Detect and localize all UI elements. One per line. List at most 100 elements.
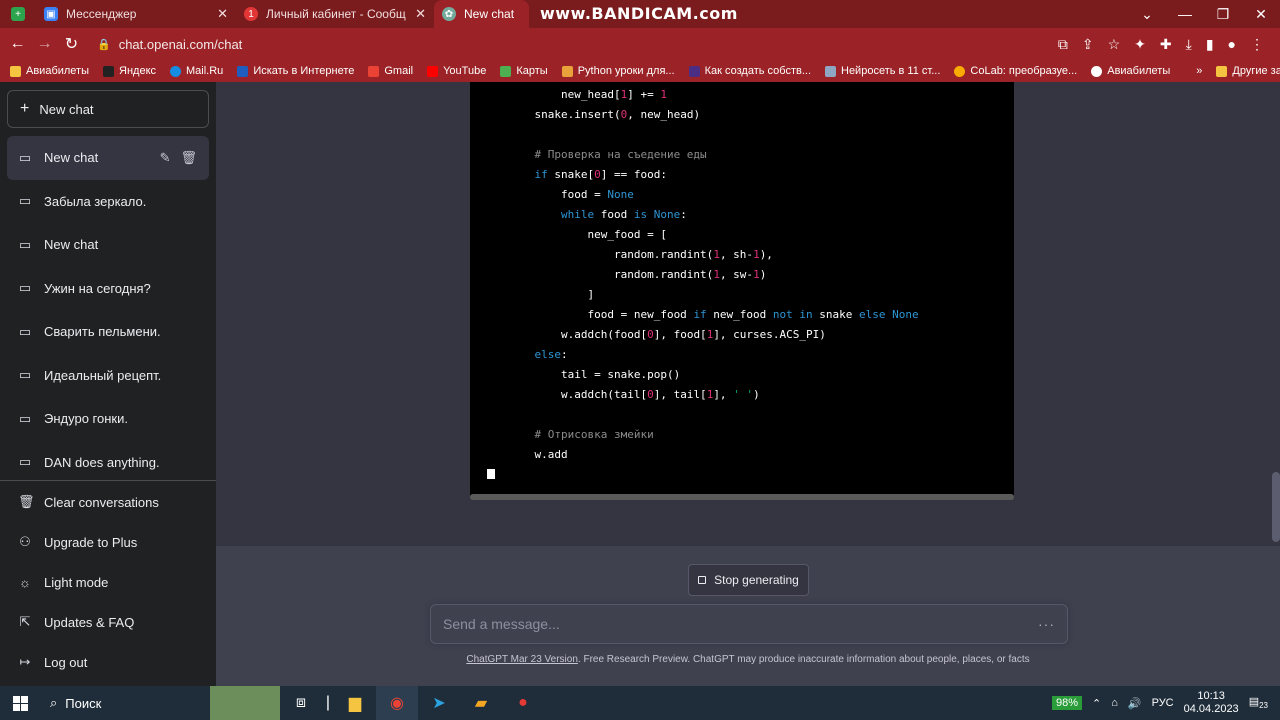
sidebar-chat-item[interactable]: ▭ Эндуро гонки. xyxy=(0,397,216,441)
tab-label: New chat xyxy=(464,7,515,21)
edit-icon[interactable]: ✎ xyxy=(160,150,171,166)
extension-icon[interactable]: ✦ xyxy=(1134,36,1146,53)
system-tray: 98% ⌃ ⌂ 🔊 РУС 10:13 04.04.2023 ▤23 xyxy=(1051,690,1280,716)
telegram-icon[interactable]: ➤ xyxy=(418,686,460,720)
bookmark-item[interactable]: Яндекс xyxy=(103,65,156,77)
sublime-icon[interactable]: ▰ xyxy=(460,686,502,720)
code-line: if snake[0] == food: xyxy=(534,168,667,181)
close-icon[interactable]: ✕ xyxy=(415,6,426,22)
code-line: tail = snake.pop() xyxy=(508,368,681,381)
widgets-image[interactable] xyxy=(210,686,280,720)
chrome-icon[interactable]: ◉ xyxy=(376,686,418,720)
battery-indicator[interactable]: 98% xyxy=(1051,696,1083,710)
sidebar-chat-item[interactable]: ▭ DAN does anything. xyxy=(0,441,216,485)
tab-new-chat[interactable]: ✿ New chat xyxy=(434,0,529,28)
chat-bubble-icon: ▭ xyxy=(18,193,32,209)
bookmark-item[interactable]: Mail.Ru xyxy=(170,65,223,77)
code-line: food = new_food if new_food not in snake… xyxy=(508,308,919,321)
task-view-icon[interactable]: ⧈ xyxy=(280,686,322,720)
logout-button[interactable]: ↦ Log out xyxy=(0,642,216,682)
bookmark-item[interactable]: Искать в Интернете xyxy=(237,65,354,77)
close-window-icon[interactable]: ✕ xyxy=(1242,6,1280,23)
address-bar: ← → ↻ 🔒 chat.openai.com/chat ⧉ ⇪ ☆ ✦ ✚ ⤓… xyxy=(0,28,1280,60)
bookmark-item[interactable]: Gmail xyxy=(368,65,413,77)
taskbar-divider: | xyxy=(325,694,331,711)
puzzle-icon[interactable]: ✚ xyxy=(1160,36,1172,53)
youtube-icon xyxy=(427,65,439,77)
sidepanel-icon[interactable]: ▮ xyxy=(1206,36,1214,53)
reload-icon[interactable]: ↻ xyxy=(58,34,85,54)
code-line: else: xyxy=(534,348,568,361)
close-icon[interactable]: ✕ xyxy=(217,6,228,22)
folder-icon xyxy=(1216,65,1228,77)
footer-disclaimer: ChatGPT Mar 23 Version. Free Research Pr… xyxy=(466,654,1030,665)
bookmark-item[interactable]: CoLab: преобразуе... xyxy=(954,65,1077,77)
upgrade-button[interactable]: ⚇ Upgrade to Plus xyxy=(0,522,216,562)
vertical-scrollbar[interactable] xyxy=(1272,472,1280,542)
clock[interactable]: 10:13 04.04.2023 xyxy=(1184,690,1239,716)
file-explorer-icon[interactable]: ▆ xyxy=(334,686,376,720)
star-icon[interactable]: ☆ xyxy=(1108,36,1121,53)
forward-icon[interactable]: → xyxy=(31,35,58,53)
download-icon[interactable]: ⤓ xyxy=(1186,36,1192,53)
tab-search-icon[interactable]: + xyxy=(0,0,36,28)
sidebar-chat-item[interactable]: ▭ Сварить пельмени. xyxy=(0,310,216,354)
bookmarks-more[interactable]: » xyxy=(1196,65,1202,77)
chat-bubble-icon: ▭ xyxy=(18,323,32,339)
colab-icon xyxy=(954,65,966,77)
version-link[interactable]: ChatGPT Mar 23 Version xyxy=(466,654,578,665)
network-icon[interactable]: ⌂ xyxy=(1111,697,1118,709)
other-bookmarks[interactable]: Другие закладки xyxy=(1216,65,1280,77)
minimize-icon[interactable]: — xyxy=(1166,6,1204,22)
start-button[interactable] xyxy=(0,695,40,711)
code-block: new_head[1] += 1 snake.insert(0, new_hea… xyxy=(470,82,1014,500)
maximize-icon[interactable]: ❐ xyxy=(1204,6,1242,23)
message-input[interactable]: Send a message... ··· xyxy=(430,604,1068,644)
code-line: snake.insert(0, new_head) xyxy=(508,108,701,121)
horizontal-scrollbar[interactable] xyxy=(470,494,1014,500)
sidebar-chat-item[interactable]: ▭ New chat xyxy=(0,223,216,267)
light-mode-button[interactable]: ☼ Light mode xyxy=(0,562,216,602)
chat-bubble-icon: ▭ xyxy=(18,454,32,470)
notification-icon[interactable]: ▤23 xyxy=(1249,695,1268,710)
bandicam-icon[interactable]: ● xyxy=(502,686,544,720)
tab-messenger[interactable]: ▣ Мессенджер ✕ xyxy=(36,0,236,28)
updates-faq-link[interactable]: ⇱ Updates & FAQ xyxy=(0,602,216,642)
stop-generating-button[interactable]: Stop generating xyxy=(688,564,809,596)
chevron-down-icon[interactable]: ⌄ xyxy=(1128,6,1166,23)
share-icon[interactable]: ⇪ xyxy=(1082,36,1094,53)
new-chat-button[interactable]: + New chat xyxy=(7,90,209,128)
search-icon xyxy=(237,65,249,77)
chat-bubble-icon: ▭ xyxy=(18,236,32,252)
sidebar-chat-item[interactable]: ▭ Идеальный рецепт. xyxy=(0,354,216,398)
bookmark-item[interactable]: Карты xyxy=(500,65,548,77)
bookmark-item[interactable]: Нейросеть в 11 ст... xyxy=(825,65,940,77)
code-line: # Отрисовка змейки xyxy=(508,428,654,441)
trash-icon[interactable]: 🗑 xyxy=(180,150,197,166)
bookmark-item[interactable]: Авиабилеты xyxy=(10,65,89,77)
bookmarks-bar: Авиабилеты Яндекс Mail.Ru Искать в Интер… xyxy=(0,60,1280,82)
bookmark-item[interactable]: YouTube xyxy=(427,65,486,77)
bookmark-item[interactable]: Как создать собств... xyxy=(688,65,811,77)
tab-cabinet[interactable]: 1 Личный кабинет - Сообщения ✕ xyxy=(236,0,434,28)
chevron-up-icon[interactable]: ⌃ xyxy=(1092,697,1101,710)
volume-icon[interactable]: 🔊 xyxy=(1128,697,1142,710)
lock-icon: 🔒 xyxy=(97,38,111,51)
language-indicator[interactable]: РУС xyxy=(1152,697,1174,709)
bookmark-item[interactable]: Python уроки для... xyxy=(561,65,675,77)
url-text: chat.openai.com/chat xyxy=(118,36,243,52)
profile-avatar-icon[interactable]: ● xyxy=(1228,36,1236,53)
translate-icon[interactable]: ⧉ xyxy=(1058,36,1068,53)
sidebar-chat-item[interactable]: ▭ New chat ✎ 🗑 xyxy=(7,136,209,180)
logout-icon: ↦ xyxy=(19,654,31,669)
menu-icon[interactable]: ⋮ xyxy=(1250,36,1264,53)
back-icon[interactable]: ← xyxy=(4,35,31,53)
messenger-icon: ▣ xyxy=(44,7,58,21)
url-field[interactable]: 🔒 chat.openai.com/chat xyxy=(97,37,1058,52)
clear-conversations-button[interactable]: 🗑 Clear conversations xyxy=(0,482,216,522)
sidebar-chat-item[interactable]: ▭ Ужин на сегодня? xyxy=(0,267,216,311)
sidebar-chat-item[interactable]: ▭ Забыла зеркало. xyxy=(0,180,216,224)
bookmark-item[interactable]: Авиабилеты xyxy=(1091,65,1170,77)
taskbar-search[interactable]: ⌕ Поиск xyxy=(40,686,210,720)
window-controls: ⌄ — ❐ ✕ xyxy=(1128,0,1280,28)
